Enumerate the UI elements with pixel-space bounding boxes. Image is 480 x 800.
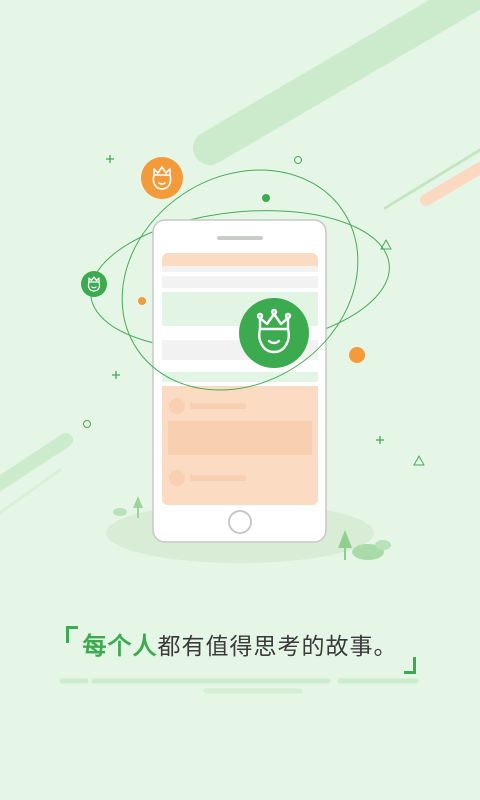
tagline-emphasis: 每个人 [82, 632, 158, 660]
circle-icon [83, 420, 91, 428]
circle-icon [294, 156, 302, 164]
orbit-dot [349, 347, 365, 363]
splash-tagline: 每个人都有值得思考的故事。 [0, 626, 480, 661]
decor-streak [0, 433, 73, 492]
tagline-underline [59, 678, 419, 694]
orbit-dot [138, 297, 146, 305]
plus-icon [376, 436, 384, 444]
crown-face-icon [141, 157, 183, 199]
crown-face-icon [81, 271, 107, 297]
crown-face-icon [239, 298, 309, 368]
plus-icon [112, 371, 120, 379]
decor-streak [420, 162, 480, 206]
plus-icon [106, 155, 114, 163]
phone-icon [152, 219, 327, 543]
tagline-text: 都有值得思考的故事。 [157, 634, 398, 660]
splash-illustration [0, 0, 480, 694]
decor-streak [193, 0, 480, 165]
triangle-icon [413, 454, 425, 466]
quote-bracket-right [404, 657, 416, 674]
orbit-dot [262, 194, 270, 202]
